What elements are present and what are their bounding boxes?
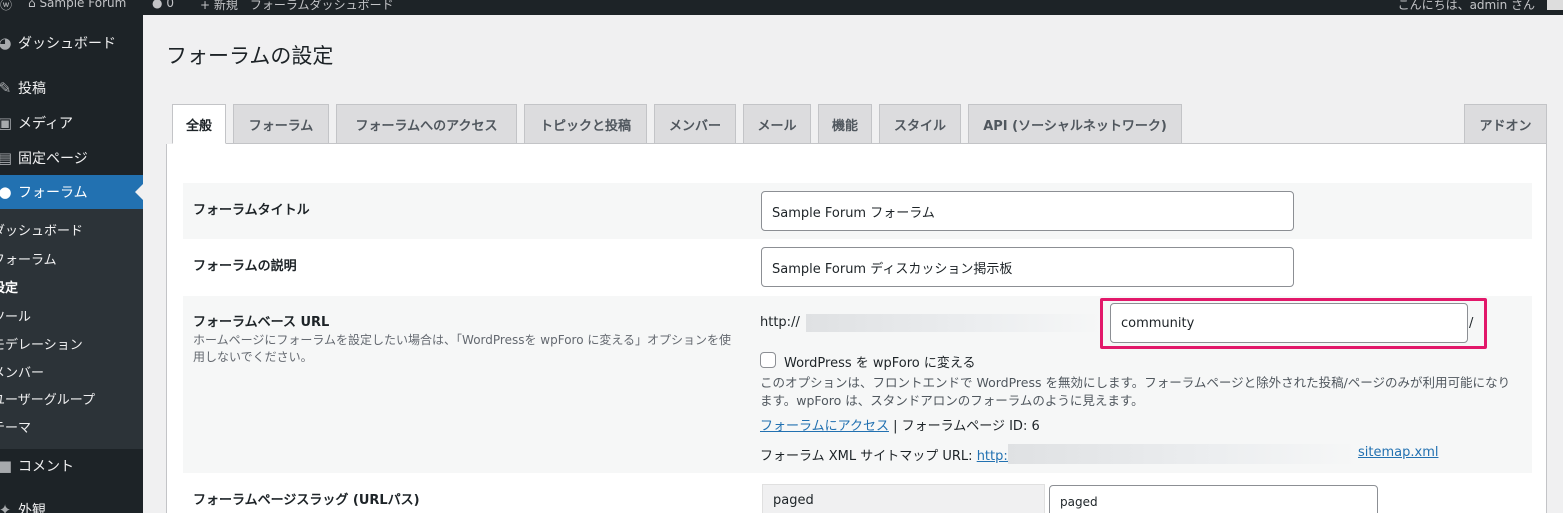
submenu-item-settings[interactable]: 設定	[0, 277, 18, 296]
sidebar-item-forum[interactable]: ● フォーラム	[0, 175, 143, 209]
sidebar-item-label: ダッシュボード	[18, 36, 116, 52]
sidebar-item-posts[interactable]: ✎ 投稿	[0, 71, 143, 105]
site-name: Sample Forum	[39, 0, 127, 10]
sitemap-line: フォーラム XML サイトマップ URL: http://	[760, 445, 1017, 464]
appearance-icon: ✦	[0, 501, 12, 513]
sidebar-item-label: メディア	[18, 116, 74, 132]
sidebar-item-appearance[interactable]: ✦ 外観	[0, 493, 143, 513]
new-content-link[interactable]: + 新規 フォーラムダッシュボード	[200, 0, 394, 13]
admin-bar: ⓦ ⌂ Sample Forum ● 0 + 新規 フォーラムダッシュボード こ…	[0, 0, 1563, 15]
tab-topics-posts[interactable]: トピックと投稿	[524, 104, 647, 144]
avatar[interactable]	[1547, 0, 1563, 10]
dashboard-icon: ◕	[0, 34, 12, 52]
sidebar-item-pages[interactable]: ▤ 固定ページ	[0, 141, 143, 175]
submenu-item-themes[interactable]: テーマ	[0, 417, 31, 436]
media-icon: ▣	[0, 114, 13, 132]
redacted-sitemap-domain	[1008, 444, 1358, 464]
settings-tabs: 全般 フォーラム フォーラムへのアクセス トピックと投稿 メンバー メール 機能…	[172, 104, 1547, 144]
comments-link[interactable]: ● 0	[152, 0, 174, 10]
submenu-item-dashboard[interactable]: ダッシュボード	[0, 220, 83, 239]
comments-count: 0	[166, 0, 174, 10]
comment-icon: ■	[0, 457, 13, 475]
turn-wp-into-wpforo-label[interactable]: WordPress を wpForo に変える	[784, 352, 976, 371]
tab-addons[interactable]: アドオン	[1464, 104, 1547, 144]
forum-access-line: フォーラムにアクセス | フォーラムページ ID: 6	[760, 415, 1040, 434]
turn-wp-into-wpforo-note: このオプションは、フロントエンドで WordPress を無効にします。フォーラ…	[760, 375, 1511, 408]
forum-title-label: フォーラムタイトル	[193, 203, 310, 218]
highlight-box	[1100, 298, 1487, 349]
tab-styles[interactable]: スタイル	[879, 104, 961, 144]
forum-page-id: | フォーラムページ ID: 6	[888, 419, 1040, 434]
sitemap-label: フォーラム XML サイトマップ URL:	[760, 449, 977, 464]
tab-email[interactable]: メール	[743, 104, 811, 144]
tab-api[interactable]: API (ソーシャルネットワーク)	[968, 104, 1182, 144]
forum-title-input[interactable]	[761, 191, 1294, 231]
sidebar-item-label: 投稿	[18, 81, 46, 97]
base-url-prefix: http://	[760, 315, 800, 330]
pin-icon: ✎	[0, 79, 12, 97]
submenu-item-forums[interactable]: フォーラム	[0, 249, 57, 268]
visit-forum-link[interactable]: フォーラムにアクセス	[760, 419, 889, 434]
redacted-domain	[806, 314, 1102, 332]
sidebar-item-media[interactable]: ▣ メディア	[0, 106, 143, 140]
site-name-link[interactable]: ⌂ Sample Forum	[28, 0, 126, 10]
base-url-suffix: /	[1469, 316, 1474, 331]
submenu-item-usergroups[interactable]: ユーザーグループ	[0, 389, 95, 408]
forum-dashboard-link[interactable]: フォーラムダッシュボード	[250, 0, 394, 12]
tab-general[interactable]: 全般	[172, 104, 226, 144]
tab-features[interactable]: 機能	[818, 104, 872, 144]
plus-icon: +	[200, 0, 211, 12]
sidebar-item-comments[interactable]: ■ コメント	[0, 449, 143, 483]
forum-page-slugs-label: フォーラムページスラッグ (URLパス)	[193, 493, 420, 508]
submenu-item-moderation[interactable]: モデレーション	[0, 334, 83, 353]
paged-slug-input[interactable]	[1049, 485, 1378, 513]
user-greeting[interactable]: こんにちは、admin さん	[1398, 0, 1535, 13]
wordpress-icon[interactable]: ⓦ	[0, 0, 12, 13]
slug-name-cell: paged	[762, 484, 1045, 513]
forum-base-url-label: フォーラムベース URL	[193, 315, 330, 330]
sidebar-item-dashboard[interactable]: ◕ ダッシュボード	[0, 26, 143, 60]
tab-forums[interactable]: フォーラム	[233, 104, 329, 144]
submenu-item-tools[interactable]: ツール	[0, 306, 31, 325]
forum-submenu: ダッシュボード フォーラム 設定 ツール モデレーション メンバー ユーザーグル…	[0, 209, 143, 449]
new-label: 新規	[213, 0, 238, 12]
page-title: フォーラムの設定	[166, 44, 334, 68]
admin-sidebar: ◕ ダッシュボード ✎ 投稿 ▣ メディア ▤ 固定ページ ● フォーラム ダッシュボード…	[0, 15, 143, 513]
sidebar-item-label: フォーラム	[18, 185, 88, 201]
tab-members[interactable]: メンバー	[654, 104, 736, 144]
tab-forum-access[interactable]: フォーラムへのアクセス	[336, 104, 517, 144]
forum-description-input[interactable]	[761, 247, 1294, 287]
sidebar-item-label: 外観	[18, 503, 46, 513]
forum-description-label: フォーラムの説明	[193, 259, 297, 274]
forum-icon: ●	[0, 183, 12, 201]
sidebar-item-label: コメント	[18, 459, 74, 475]
forum-base-url-description: ホームページにフォーラムを設定したい場合は、「WordPressを wpForo…	[193, 333, 731, 364]
sitemap-link-suffix[interactable]: sitemap.xml	[1358, 445, 1438, 460]
turn-wp-into-wpforo-checkbox[interactable]	[760, 352, 776, 368]
page-icon: ▤	[0, 149, 13, 167]
comment-bubble-icon: ●	[152, 0, 163, 10]
submenu-item-members[interactable]: メンバー	[0, 362, 44, 381]
sidebar-item-label: 固定ページ	[18, 151, 88, 167]
